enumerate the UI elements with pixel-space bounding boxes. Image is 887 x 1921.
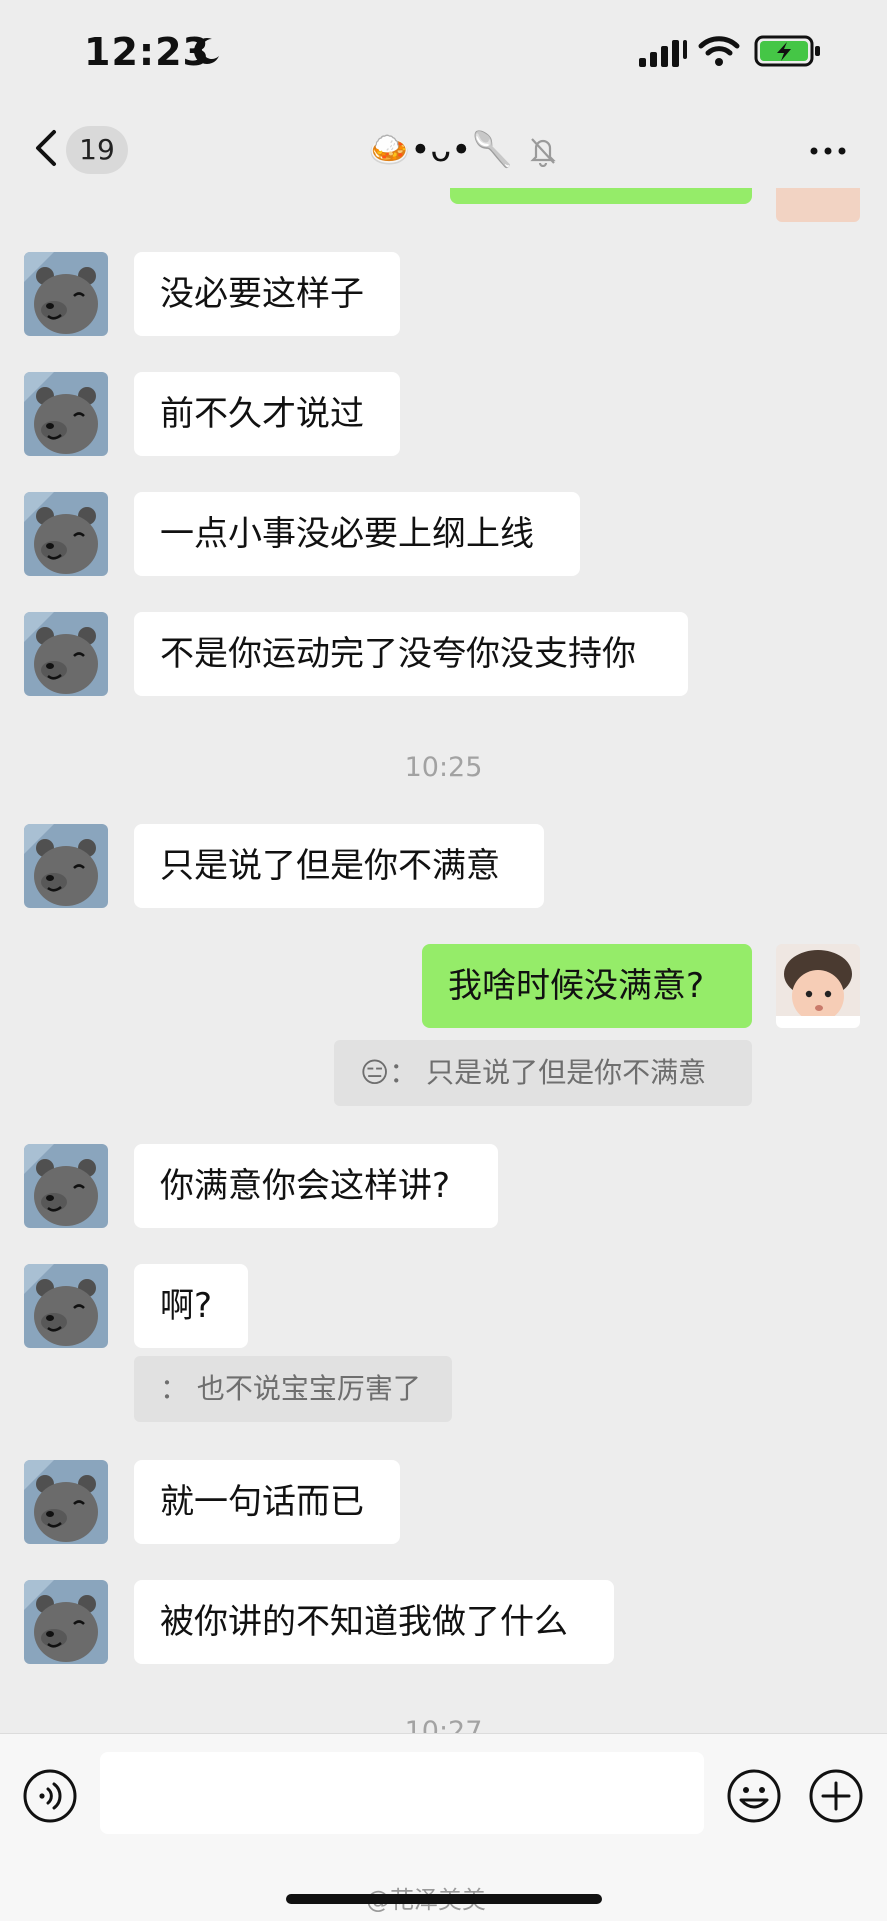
quoted-reply[interactable]: ： 也不说宝宝厉害了	[134, 1356, 452, 1422]
chat-header: 19 🍛•ᴗ•🥄	[0, 108, 887, 188]
self-avatar[interactable]	[776, 944, 860, 1028]
contact-avatar[interactable]	[24, 824, 108, 908]
incoming-message-bubble[interactable]: 一点小事没必要上纲上线	[134, 492, 580, 576]
wifi-icon	[698, 36, 740, 66]
chat-title-text: 🍛•ᴗ•🥄	[368, 130, 514, 170]
incoming-message-bubble[interactable]: 被你讲的不知道我做了什么	[134, 1580, 614, 1664]
quote-text: ： 只是说了但是你不满意	[389, 1056, 707, 1089]
contact-avatar[interactable]	[24, 492, 108, 576]
battery-icon	[754, 35, 820, 67]
self-avatar[interactable]	[776, 188, 860, 222]
back-chevron-icon[interactable]	[28, 126, 68, 170]
contact-avatar[interactable]	[24, 1460, 108, 1544]
incoming-message-bubble[interactable]: 只是说了但是你不满意	[134, 824, 544, 908]
contact-avatar[interactable]	[24, 252, 108, 336]
input-bar: @花泽美美	[0, 1733, 887, 1921]
chat-area[interactable]: 没必要这样子 前不久才说过 一点小事没必要上纲上线 不是你运动完了没夸你没支持你…	[0, 188, 887, 1733]
partial-outgoing-bubble[interactable]	[450, 188, 752, 204]
contact-avatar[interactable]	[24, 1264, 108, 1348]
voice-input-icon[interactable]	[22, 1768, 78, 1824]
timestamp: 10:25	[404, 752, 483, 783]
contact-avatar[interactable]	[24, 612, 108, 696]
more-options-icon[interactable]	[806, 136, 850, 166]
incoming-message-bubble[interactable]: 没必要这样子	[134, 252, 400, 336]
emoji-icon[interactable]	[726, 1768, 782, 1824]
signal-icon	[639, 40, 687, 67]
incoming-message-bubble[interactable]: 你满意你会这样讲?	[134, 1144, 498, 1228]
contact-avatar[interactable]	[24, 1144, 108, 1228]
chat-title: 🍛•ᴗ•🥄	[368, 128, 560, 172]
incoming-message-bubble[interactable]: 前不久才说过	[134, 372, 400, 456]
incoming-message-bubble[interactable]: 就一句话而已	[134, 1460, 400, 1544]
incoming-message-bubble[interactable]: 啊?	[134, 1264, 248, 1348]
unread-count-badge[interactable]: 19	[66, 126, 128, 174]
message-input[interactable]	[100, 1752, 704, 1834]
plus-icon[interactable]	[808, 1768, 864, 1824]
timestamp: 10:27	[404, 1716, 483, 1733]
contact-avatar[interactable]	[24, 372, 108, 456]
quoted-reply[interactable]: 😑： 只是说了但是你不满意	[334, 1040, 752, 1106]
contact-avatar[interactable]	[24, 1580, 108, 1664]
quote-emoji: 😑	[360, 1056, 390, 1089]
incoming-message-bubble[interactable]: 不是你运动完了没夸你没支持你	[134, 612, 688, 696]
moon-icon	[194, 38, 219, 64]
status-bar: 12:23	[0, 0, 887, 108]
outgoing-message-bubble[interactable]: 我啥时候没满意?	[422, 944, 752, 1028]
home-indicator[interactable]	[286, 1894, 602, 1904]
muted-bell-icon	[529, 138, 556, 167]
